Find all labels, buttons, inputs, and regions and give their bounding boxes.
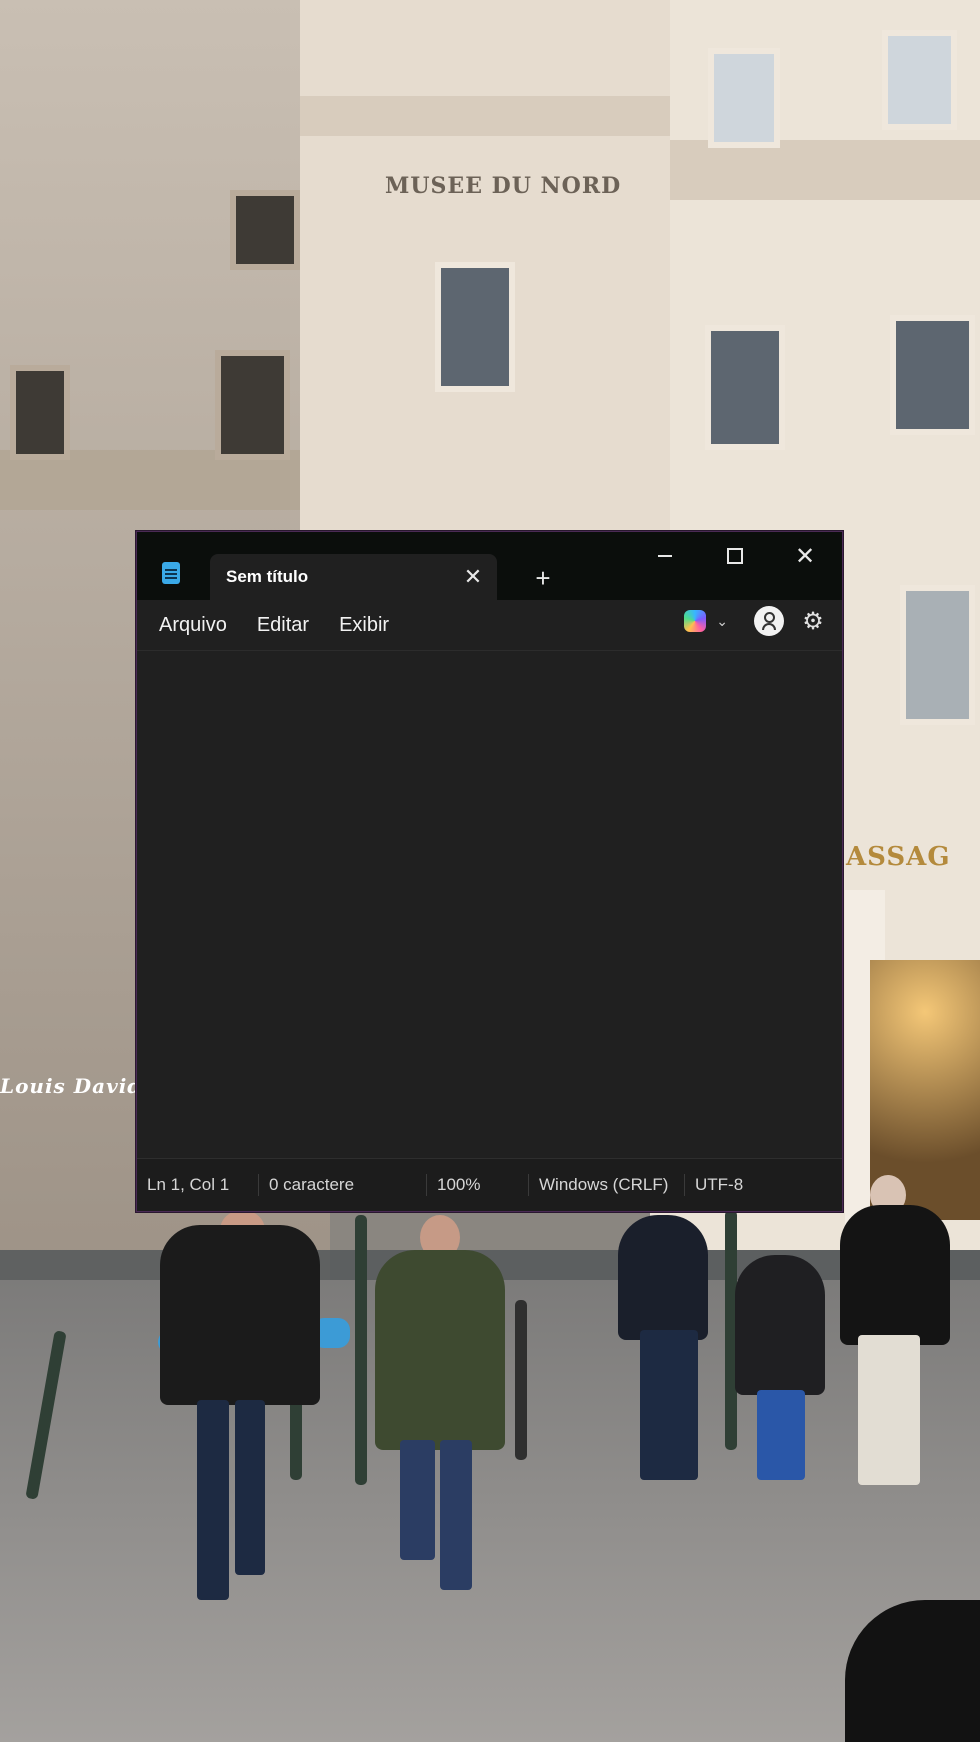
cornice: [670, 140, 980, 200]
bollard: [515, 1300, 527, 1460]
shop-sign: Louis David: [0, 1074, 143, 1098]
gear-icon[interactable]: ⚙: [798, 607, 828, 636]
arcade-sign: ASSAG: [846, 842, 951, 872]
notepad-app-icon: [162, 562, 180, 584]
menu-right-group: ⌄ ⚙: [684, 606, 828, 636]
close-icon[interactable]: ✕: [453, 557, 493, 597]
pedestrian-leg: [858, 1335, 920, 1485]
notepad-window[interactable]: Sem título ✕ + ✕ Arquivo Editar Exibir ⌄…: [136, 531, 843, 1212]
status-line-ending[interactable]: Windows (CRLF): [529, 1174, 685, 1196]
menu-bar: Arquivo Editar Exibir ⌄ ⚙: [137, 600, 842, 650]
pedestrian: [618, 1215, 708, 1340]
pedestrian: [840, 1205, 950, 1345]
account-icon[interactable]: [754, 606, 784, 636]
title-bar[interactable]: Sem título ✕ + ✕: [137, 532, 842, 600]
pedestrian-leg: [400, 1440, 435, 1560]
plus-icon[interactable]: +: [523, 558, 563, 598]
copilot-icon[interactable]: [684, 610, 707, 632]
status-bar: Ln 1, Col 1 0 caractere 100% Windows (CR…: [137, 1158, 842, 1211]
window-pane: [890, 315, 975, 435]
text-editor[interactable]: [137, 650, 842, 1158]
status-char-count: 0 caractere: [259, 1174, 427, 1196]
minimize-icon[interactable]: [637, 536, 693, 576]
status-encoding[interactable]: UTF-8: [685, 1174, 753, 1196]
pedestrian: [375, 1250, 505, 1450]
maximize-icon[interactable]: [707, 536, 763, 576]
window-pane: [230, 190, 300, 270]
building-sign: MUSEE DU NORD: [385, 173, 622, 199]
pedestrian: [160, 1225, 320, 1405]
pole: [355, 1215, 367, 1485]
cornice: [300, 96, 670, 136]
window-pane: [215, 350, 290, 460]
close-window-icon[interactable]: ✕: [777, 536, 833, 576]
window-pane: [708, 48, 780, 148]
pedestrian-leg: [235, 1400, 265, 1575]
menu-exibir[interactable]: Exibir: [329, 614, 399, 637]
window-pane: [900, 585, 975, 725]
pedestrian-leg: [757, 1390, 805, 1480]
chevron-down-icon[interactable]: ⌄: [716, 613, 728, 630]
status-position: Ln 1, Col 1: [137, 1174, 259, 1196]
window-pane: [882, 30, 957, 130]
pedestrian-leg: [197, 1400, 229, 1600]
menu-editar[interactable]: Editar: [247, 614, 319, 637]
menu-arquivo[interactable]: Arquivo: [149, 614, 237, 637]
pedestrian-leg: [440, 1440, 472, 1590]
pedestrian: [735, 1255, 825, 1395]
pedestrian-leg: [640, 1330, 698, 1480]
window-pane: [435, 262, 515, 392]
window-pane: [705, 325, 785, 450]
tab-title: Sem título: [226, 567, 309, 586]
window-pane: [10, 365, 70, 460]
tab-untitled[interactable]: Sem título ✕: [210, 554, 497, 600]
status-zoom[interactable]: 100%: [427, 1174, 529, 1196]
